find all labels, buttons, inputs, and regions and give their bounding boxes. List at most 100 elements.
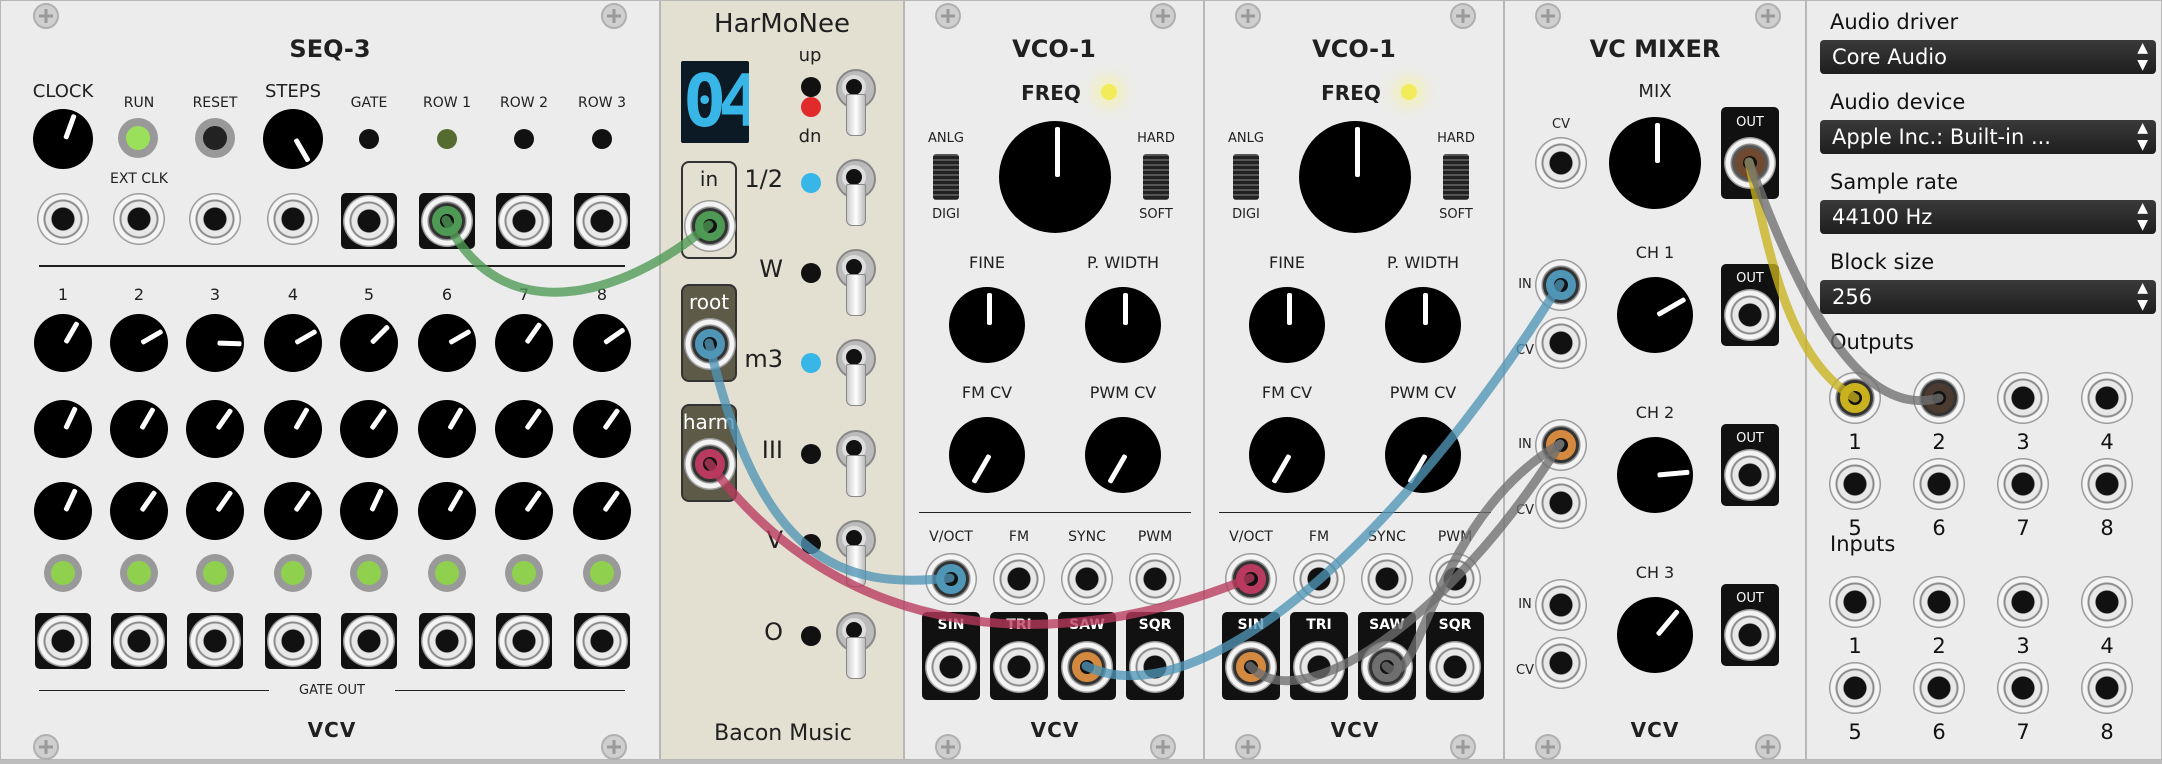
fmcv-knob[interactable]	[1249, 417, 1325, 493]
interval-toggle[interactable]	[833, 156, 879, 226]
gate-out-jack[interactable]	[189, 615, 241, 667]
step-knob[interactable]	[573, 400, 631, 458]
audio-jack[interactable]	[1913, 458, 1965, 510]
output-jack[interactable]	[1129, 641, 1181, 693]
output-jack[interactable]	[1225, 641, 1277, 693]
output-jack[interactable]	[1293, 641, 1345, 693]
gate-button[interactable]	[196, 554, 234, 592]
run-button[interactable]	[118, 118, 158, 158]
interval-toggle[interactable]	[833, 609, 879, 679]
block-select[interactable]: 256 ▲ ▼	[1820, 280, 2156, 314]
step-knob[interactable]	[34, 400, 92, 458]
mix-cv-jack[interactable]	[1535, 137, 1587, 189]
input-jack[interactable]	[1129, 553, 1181, 605]
pwidth-knob[interactable]	[1385, 287, 1461, 363]
gate-button[interactable]	[428, 554, 466, 592]
step-knob[interactable]	[418, 400, 476, 458]
gate-out-jack[interactable]	[267, 615, 319, 667]
audio-jack[interactable]	[2081, 458, 2133, 510]
pwmcv-knob[interactable]	[1085, 417, 1161, 493]
rate-select[interactable]: 44100 Hz ▲ ▼	[1820, 200, 2156, 234]
channel-out-jack[interactable]	[1724, 289, 1776, 341]
gate-button[interactable]	[505, 554, 543, 592]
step-knob[interactable]	[264, 400, 322, 458]
audio-jack[interactable]	[1997, 372, 2049, 424]
input-jack[interactable]	[925, 553, 977, 605]
step-knob[interactable]	[340, 482, 398, 540]
input-jack[interactable]	[993, 553, 1045, 605]
row1-out-jack[interactable]	[421, 195, 473, 247]
anlg-digi-switch[interactable]	[1233, 154, 1259, 200]
channel-level-knob[interactable]	[1617, 437, 1693, 513]
step-knob[interactable]	[110, 482, 168, 540]
pwidth-knob[interactable]	[1085, 287, 1161, 363]
channel-in-jack[interactable]	[1535, 419, 1587, 471]
channel-out-jack[interactable]	[1724, 449, 1776, 501]
driver-select[interactable]: Core Audio ▲ ▼	[1820, 40, 2156, 74]
channel-in-jack[interactable]	[1535, 579, 1587, 631]
pwmcv-knob[interactable]	[1385, 417, 1461, 493]
freq-knob[interactable]	[999, 121, 1111, 233]
audio-jack[interactable]	[1829, 372, 1881, 424]
freq-knob[interactable]	[1299, 121, 1411, 233]
mix-out-jack[interactable]	[1724, 137, 1776, 189]
step-knob[interactable]	[495, 314, 553, 372]
audio-jack[interactable]	[1829, 576, 1881, 628]
hard-soft-switch[interactable]	[1443, 154, 1469, 200]
gate-out-jack[interactable]	[343, 195, 395, 247]
step-knob[interactable]	[110, 314, 168, 372]
fmcv-knob[interactable]	[949, 417, 1025, 493]
mix-knob[interactable]	[1609, 117, 1701, 209]
interval-toggle[interactable]	[833, 427, 879, 497]
audio-jack[interactable]	[2081, 372, 2133, 424]
step-knob[interactable]	[340, 314, 398, 372]
output-jack[interactable]	[993, 641, 1045, 693]
fine-knob[interactable]	[949, 287, 1025, 363]
step-knob[interactable]	[495, 482, 553, 540]
channel-in-jack[interactable]	[1535, 259, 1587, 311]
channel-cv-jack[interactable]	[1535, 317, 1587, 369]
fine-knob[interactable]	[1249, 287, 1325, 363]
step-knob[interactable]	[418, 314, 476, 372]
step-knob[interactable]	[573, 314, 631, 372]
anlg-digi-switch[interactable]	[933, 154, 959, 200]
gate-button[interactable]	[274, 554, 312, 592]
input-jack[interactable]	[1361, 553, 1413, 605]
root-jack[interactable]	[684, 318, 736, 370]
steps-knob[interactable]	[263, 109, 323, 169]
output-jack[interactable]	[925, 641, 977, 693]
clock-knob[interactable]	[33, 109, 93, 169]
step-knob[interactable]	[340, 400, 398, 458]
gate-button[interactable]	[583, 554, 621, 592]
harm-jack[interactable]	[684, 438, 736, 490]
channel-level-knob[interactable]	[1617, 277, 1693, 353]
channel-out-jack[interactable]	[1724, 609, 1776, 661]
reset-button[interactable]	[195, 118, 235, 158]
audio-jack[interactable]	[1997, 662, 2049, 714]
gate-out-jack[interactable]	[343, 615, 395, 667]
audio-jack[interactable]	[1913, 576, 1965, 628]
device-select[interactable]: Apple Inc.: Built-in ... ▲ ▼	[1820, 120, 2156, 154]
step-knob[interactable]	[34, 482, 92, 540]
output-jack[interactable]	[1061, 641, 1113, 693]
gate-out-jack[interactable]	[113, 615, 165, 667]
audio-jack[interactable]	[2081, 662, 2133, 714]
steps-jack[interactable]	[267, 193, 319, 245]
step-knob[interactable]	[34, 314, 92, 372]
input-jack[interactable]	[1429, 553, 1481, 605]
gate-button[interactable]	[350, 554, 388, 592]
step-knob[interactable]	[418, 482, 476, 540]
audio-jack[interactable]	[2081, 576, 2133, 628]
step-knob[interactable]	[264, 482, 322, 540]
audio-jack[interactable]	[1829, 662, 1881, 714]
ext-clk-jack[interactable]	[113, 193, 165, 245]
input-jack[interactable]	[1061, 553, 1113, 605]
channel-cv-jack[interactable]	[1535, 637, 1587, 689]
row2-out-jack[interactable]	[498, 195, 550, 247]
step-knob[interactable]	[573, 482, 631, 540]
gate-out-jack[interactable]	[421, 615, 473, 667]
audio-jack[interactable]	[1913, 662, 1965, 714]
interval-toggle[interactable]	[833, 336, 879, 406]
step-knob[interactable]	[495, 400, 553, 458]
reset-jack[interactable]	[189, 193, 241, 245]
